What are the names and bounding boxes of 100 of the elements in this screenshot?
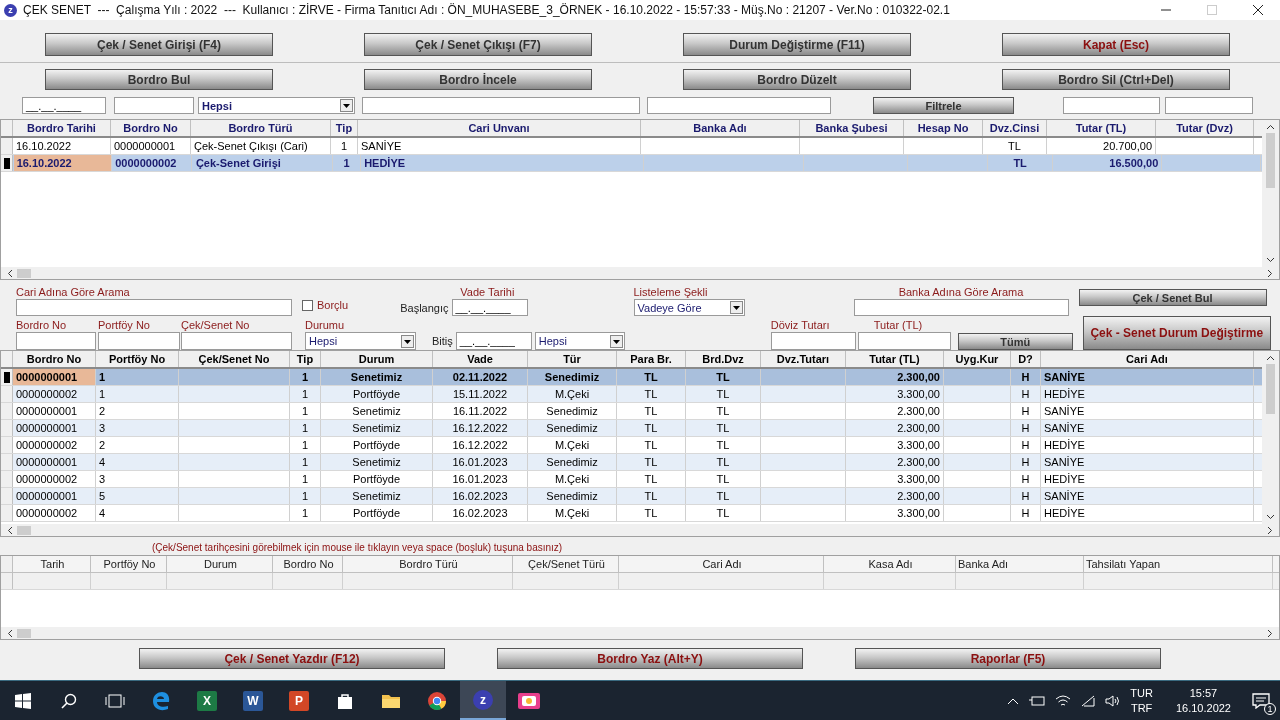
column-header[interactable]: Durum — [167, 556, 273, 572]
column-header[interactable]: Tutar (TL) — [1047, 120, 1156, 136]
table-row[interactable]: 0000000001 3 1 Senetimiz 16.12.2022 Senedimiz TL TL 2.300,00 H SANİYE — [1, 420, 1262, 437]
column-header[interactable]: Tahsilatı Yapan — [1084, 556, 1273, 572]
column-header[interactable]: Brd.Dvz — [686, 351, 761, 367]
caret-icon[interactable] — [729, 301, 743, 314]
column-header[interactable]: Tür — [528, 351, 617, 367]
column-header[interactable]: Portföy No — [91, 556, 167, 572]
row-header[interactable] — [1, 155, 13, 171]
chevron-left-icon[interactable] — [7, 268, 13, 278]
horizontal-scrollbar[interactable] — [1, 524, 1279, 536]
column-header[interactable]: Çek/Senet No — [179, 351, 290, 367]
all-button[interactable]: Tümü — [957, 333, 1073, 350]
column-header[interactable]: Portföy No — [96, 351, 179, 367]
chevron-left-icon[interactable] — [7, 525, 13, 535]
table-row[interactable]: 0000000002 1 1 Portföyde 15.11.2022 M.Çeki TL TL 3.300,00 H HEDİYE — [1, 386, 1262, 403]
column-header[interactable]: Kasa Adı — [824, 556, 956, 572]
language-indicator[interactable]: TUR — [1130, 685, 1153, 701]
column-header[interactable]: Bordro Türü — [191, 120, 331, 136]
keyboard-layout[interactable]: TRF — [1130, 700, 1153, 716]
scroll-thumb[interactable] — [17, 525, 31, 535]
toolbar-button[interactable]: Durum Değiştirme (F11) — [683, 33, 911, 56]
column-header[interactable]: Tutar (TL) — [846, 351, 944, 367]
column-header[interactable]: Durum — [321, 351, 433, 367]
input-field[interactable] — [1165, 97, 1253, 114]
zirve-taskbar-button[interactable]: z — [460, 681, 506, 720]
horizontal-scrollbar[interactable] — [1, 627, 1279, 639]
chevron-left-icon[interactable] — [7, 628, 13, 638]
toolbar-button[interactable]: Kapat (Esc) — [1002, 33, 1230, 56]
column-header[interactable]: Çek/Senet Türü — [513, 556, 619, 572]
scroll-thumb[interactable] — [17, 628, 31, 638]
caret-icon[interactable] — [340, 99, 353, 112]
column-header[interactable]: Tip — [331, 120, 358, 136]
toolbar-button[interactable]: Çek / Senet Yazdır (F12) — [139, 648, 445, 669]
find-button[interactable]: Çek / Senet Bul — [1078, 289, 1267, 306]
input-field[interactable] — [181, 332, 292, 350]
column-header[interactable]: D? — [1011, 351, 1041, 367]
chevron-right-icon[interactable] — [1267, 628, 1273, 638]
column-header[interactable]: Banka Adı — [641, 120, 800, 136]
notification-icon[interactable] — [1252, 692, 1270, 709]
input-field[interactable] — [770, 332, 856, 350]
input-field[interactable] — [16, 299, 292, 316]
excel-taskbar-button[interactable]: X — [184, 681, 230, 720]
column-header[interactable]: Banka Adı — [956, 556, 1084, 572]
toolbar-button[interactable]: Bordro Sil (Ctrl+Del) — [1002, 69, 1230, 90]
column-header[interactable]: Cari Adı — [1041, 351, 1254, 367]
horizontal-scrollbar[interactable] — [1, 267, 1279, 279]
table-row[interactable]: 16.10.2022 0000000002 Çek-Senet Girişi 1 HEDİYE TL 16.500,00 — [1, 155, 1262, 172]
column-header[interactable]: Cari Adı — [619, 556, 824, 572]
clock-time[interactable]: 15:57 — [1189, 685, 1218, 701]
column-header[interactable]: Tarih — [13, 556, 91, 572]
chevron-right-icon[interactable] — [1267, 268, 1273, 278]
input-field[interactable] — [853, 299, 1069, 316]
toolbar-button[interactable]: Bordro Bul — [45, 69, 273, 90]
caret-icon[interactable] — [609, 334, 623, 348]
input-field[interactable] — [362, 97, 640, 114]
toolbar-button[interactable]: Çek / Senet Girişi (F4) — [45, 33, 273, 56]
scroll-thumb[interactable] — [1266, 364, 1275, 414]
battery-icon[interactable] — [1028, 694, 1047, 707]
table-row[interactable]: 0000000002 4 1 Portföyde 16.02.2023 M.Çeki TL TL 3.300,00 H HEDİYE — [1, 505, 1262, 522]
checkbox[interactable] — [302, 300, 313, 311]
maximize-icon[interactable] — [1206, 4, 1218, 16]
chevron-right-icon[interactable] — [1267, 525, 1273, 535]
table-row[interactable]: 0000000001 4 1 Senetimiz 16.01.2023 Senedimiz TL TL 2.300,00 H SANİYE — [1, 454, 1262, 471]
column-header[interactable]: Vade — [433, 351, 528, 367]
status-dropdown[interactable]: Hepsi — [305, 332, 416, 350]
chevron-up-icon[interactable] — [1007, 696, 1020, 705]
type-dropdown[interactable]: Hepsi — [534, 332, 625, 350]
column-header[interactable]: Dvz.Cinsi — [983, 120, 1047, 136]
clock-date[interactable]: 16.10.2022 — [1175, 700, 1231, 716]
powerpoint-taskbar-button[interactable]: P — [276, 681, 322, 720]
column-header[interactable]: Bordro No — [13, 351, 96, 367]
filter-button[interactable]: Filtrele — [873, 97, 1014, 114]
scroll-thumb[interactable] — [1266, 133, 1275, 188]
chevron-up-icon[interactable] — [1266, 355, 1275, 361]
column-header[interactable]: Bordro Türü — [343, 556, 513, 572]
column-header[interactable]: Cari Unvanı — [358, 120, 641, 136]
vertical-scrollbar[interactable] — [1262, 120, 1279, 267]
input-field[interactable] — [857, 332, 951, 350]
input-field[interactable] — [16, 332, 96, 350]
date-field[interactable]: __.__.____ — [451, 299, 528, 316]
status-change-button[interactable]: Çek - Senet Durum Değiştirme — [1082, 316, 1271, 350]
column-header[interactable]: Tip — [290, 351, 321, 367]
network-icon[interactable] — [1080, 693, 1097, 708]
column-header[interactable]: Bordro Tarihi — [13, 120, 111, 136]
chevron-down-icon[interactable] — [1266, 514, 1275, 520]
listing-dropdown[interactable]: Vadeye Göre — [633, 299, 745, 316]
column-header[interactable]: Bordro No — [111, 120, 191, 136]
toolbar-button[interactable]: Bordro Yaz (Alt+Y) — [497, 648, 803, 669]
column-header[interactable]: Uyg.Kur — [944, 351, 1011, 367]
wifi-icon[interactable] — [1055, 693, 1072, 708]
date-field[interactable]: __.__.____ — [455, 332, 532, 350]
column-header[interactable]: Tutar (Dvz) — [1156, 120, 1254, 136]
close-icon[interactable] — [1252, 4, 1264, 16]
table-row[interactable]: 0000000001 5 1 Senetimiz 16.02.2023 Senedimiz TL TL 2.300,00 H SANİYE — [1, 488, 1262, 505]
type-dropdown[interactable]: Hepsi — [198, 97, 355, 114]
scroll-thumb[interactable] — [17, 268, 31, 278]
table-row[interactable]: 0000000001 1 1 Senetimiz 02.11.2022 Senedimiz TL TL 2.300,00 H SANİYE — [1, 369, 1262, 386]
column-header[interactable]: Para Br. — [617, 351, 686, 367]
column-header[interactable]: Banka Şubesi — [800, 120, 904, 136]
